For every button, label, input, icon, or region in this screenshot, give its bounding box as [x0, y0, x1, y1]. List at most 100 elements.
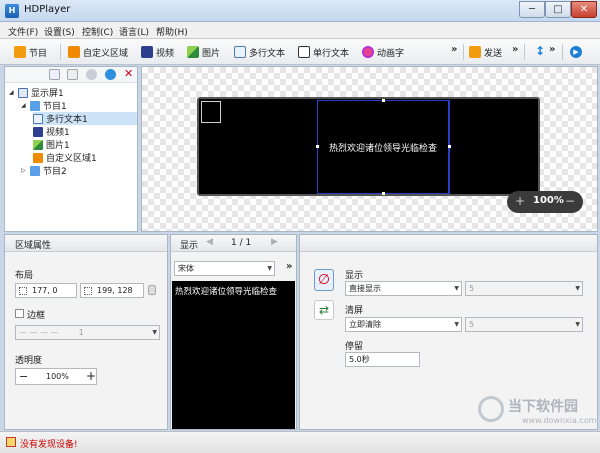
border-checkbox[interactable]: [15, 309, 24, 318]
display-effect-dropdown[interactable]: 直接显示 ▼: [345, 281, 462, 296]
send-button[interactable]: 发送: [469, 45, 502, 59]
paste-icon[interactable]: [67, 69, 78, 80]
animated-text-button[interactable]: 动画字: [362, 45, 404, 59]
expand-icon: ◢: [21, 102, 26, 109]
more-sort-button[interactable]: »: [549, 44, 555, 55]
move-down-icon[interactable]: [105, 69, 116, 80]
menu-settings[interactable]: 设置(S): [44, 25, 75, 38]
panel-title: 显示: [180, 241, 199, 251]
tree-item-program1[interactable]: ◢ 节目1: [21, 99, 137, 112]
page-indicator: 1 / 1: [231, 238, 252, 248]
menu-file[interactable]: 文件(F): [8, 25, 38, 38]
sort-arrows-icon[interactable]: ↕: [535, 44, 545, 58]
single-line-text-button[interactable]: 单行文本: [298, 45, 349, 59]
program-icon: [30, 100, 40, 111]
multiline-text-button[interactable]: 多行文本: [234, 45, 285, 59]
tree-item-program2[interactable]: ▷ 节目2: [21, 164, 137, 177]
program-icon: [14, 46, 26, 58]
chevron-down-icon: ▼: [267, 265, 272, 272]
clear-effect-label: 清屏: [345, 306, 364, 316]
display-speed-dropdown[interactable]: 5 ▼: [465, 281, 583, 296]
send-icon: [469, 46, 481, 58]
chevron-down-icon: ▼: [454, 285, 459, 292]
more-send-button[interactable]: »: [512, 44, 518, 55]
stay-label: 停留: [345, 342, 364, 352]
toolbar: 节目 自定义区域 视频 图片 多行文本 单行文本 动画字 » 发送 » ↕ » …: [0, 39, 600, 65]
tree-item-custom1[interactable]: 自定义区域1: [33, 151, 137, 164]
app-icon: H: [5, 4, 19, 18]
more-text-options-button[interactable]: »: [286, 261, 292, 272]
opacity-plus-button[interactable]: +: [86, 369, 96, 383]
clear-speed-dropdown[interactable]: 5 ▼: [465, 317, 583, 332]
preview-canvas[interactable]: 热烈欢迎诸位领导光临检查 + 100% −: [141, 66, 598, 232]
maximize-button[interactable]: □: [545, 1, 571, 18]
opacity-value: 100%: [46, 372, 69, 381]
video-button[interactable]: 视频: [141, 45, 174, 59]
zoom-in-button[interactable]: +: [513, 194, 527, 208]
lock-icon[interactable]: [148, 285, 156, 295]
status-message: 没有发现设备!: [20, 440, 78, 450]
program-icon: [30, 165, 40, 176]
border-style-dropdown[interactable]: — — — — 1 ▼: [15, 325, 160, 340]
move-up-icon[interactable]: [86, 69, 97, 80]
chevron-down-icon: ▼: [575, 321, 580, 328]
image-icon: [187, 46, 199, 58]
shuffle-icon[interactable]: ⇄: [314, 300, 334, 320]
image-icon: [33, 139, 43, 150]
no-effect-icon[interactable]: ∅: [314, 269, 334, 291]
screen-icon: [18, 87, 28, 98]
small-region[interactable]: [201, 101, 221, 123]
warning-icon: [6, 437, 16, 447]
single-line-text-icon: [298, 46, 310, 58]
more-toolbar-button[interactable]: »: [451, 44, 457, 55]
chevron-down-icon: ▼: [575, 285, 580, 292]
delete-icon[interactable]: ✕: [124, 67, 133, 80]
watermark-logo-icon: [478, 396, 504, 422]
tree-item-video1[interactable]: 视频1: [33, 125, 137, 138]
program-button[interactable]: 节目: [14, 45, 47, 59]
tree-item-screen[interactable]: ◢ 显示屏1: [9, 86, 137, 99]
status-bar: 没有发现设备!: [0, 431, 600, 453]
size-icon: [84, 286, 92, 295]
custom-area-button[interactable]: 自定义区域: [68, 45, 128, 59]
copy-icon[interactable]: [49, 69, 60, 80]
chevron-down-icon: ▼: [152, 329, 157, 336]
led-screen-preview[interactable]: 热烈欢迎诸位领导光临检查: [197, 97, 540, 196]
minimize-button[interactable]: ─: [519, 1, 545, 18]
window-title: HDPlayer: [24, 4, 71, 15]
size-field[interactable]: 199, 128: [80, 283, 144, 298]
font-dropdown[interactable]: 宋体 ▼: [174, 261, 275, 276]
menu-language[interactable]: 语言(L): [119, 25, 149, 38]
play-icon[interactable]: ▶: [570, 46, 582, 58]
screen-text: 热烈欢迎诸位领导光临检查: [328, 144, 437, 154]
opacity-label: 透明度: [15, 356, 43, 366]
resize-handle[interactable]: [382, 99, 385, 102]
menu-help[interactable]: 帮助(H): [156, 25, 188, 38]
stay-duration-input[interactable]: 5.0秒: [345, 352, 420, 367]
position-icon: [19, 286, 27, 295]
close-button[interactable]: ✕: [571, 1, 597, 18]
title-bar: H HDPlayer ─ □ ✕: [0, 0, 600, 22]
animated-text-icon: [362, 46, 374, 58]
position-field[interactable]: 177, 0: [15, 283, 77, 298]
image-button[interactable]: 图片: [187, 45, 220, 59]
tree: ◢ 显示屏1 ◢ 节目1 多行文本1 视频1 图片1 自定义区域1 ▷ 节目2: [7, 86, 137, 177]
prev-page-icon[interactable]: ◀: [206, 237, 213, 247]
multiline-text-icon: [234, 46, 246, 58]
video-icon: [33, 126, 43, 137]
resize-handle[interactable]: [382, 192, 385, 195]
opacity-minus-button[interactable]: −: [19, 370, 28, 383]
text-content-area[interactable]: 热烈欢迎诸位领导光临检查: [172, 281, 295, 429]
multiline-text-icon: [33, 113, 43, 124]
collapse-icon: ▷: [21, 167, 26, 174]
tree-item-multiline1[interactable]: 多行文本1: [33, 112, 137, 125]
clear-effect-dropdown[interactable]: 立即清除 ▼: [345, 317, 462, 332]
menu-control[interactable]: 控制(C): [82, 25, 113, 38]
tree-item-image1[interactable]: 图片1: [33, 138, 137, 151]
layout-label: 布局: [15, 271, 34, 281]
next-page-icon[interactable]: ▶: [271, 237, 278, 247]
custom-area-icon: [33, 152, 43, 163]
opacity-stepper[interactable]: − 100% +: [15, 368, 97, 385]
border-label: 边框: [27, 311, 46, 321]
zoom-out-button[interactable]: −: [563, 194, 577, 208]
